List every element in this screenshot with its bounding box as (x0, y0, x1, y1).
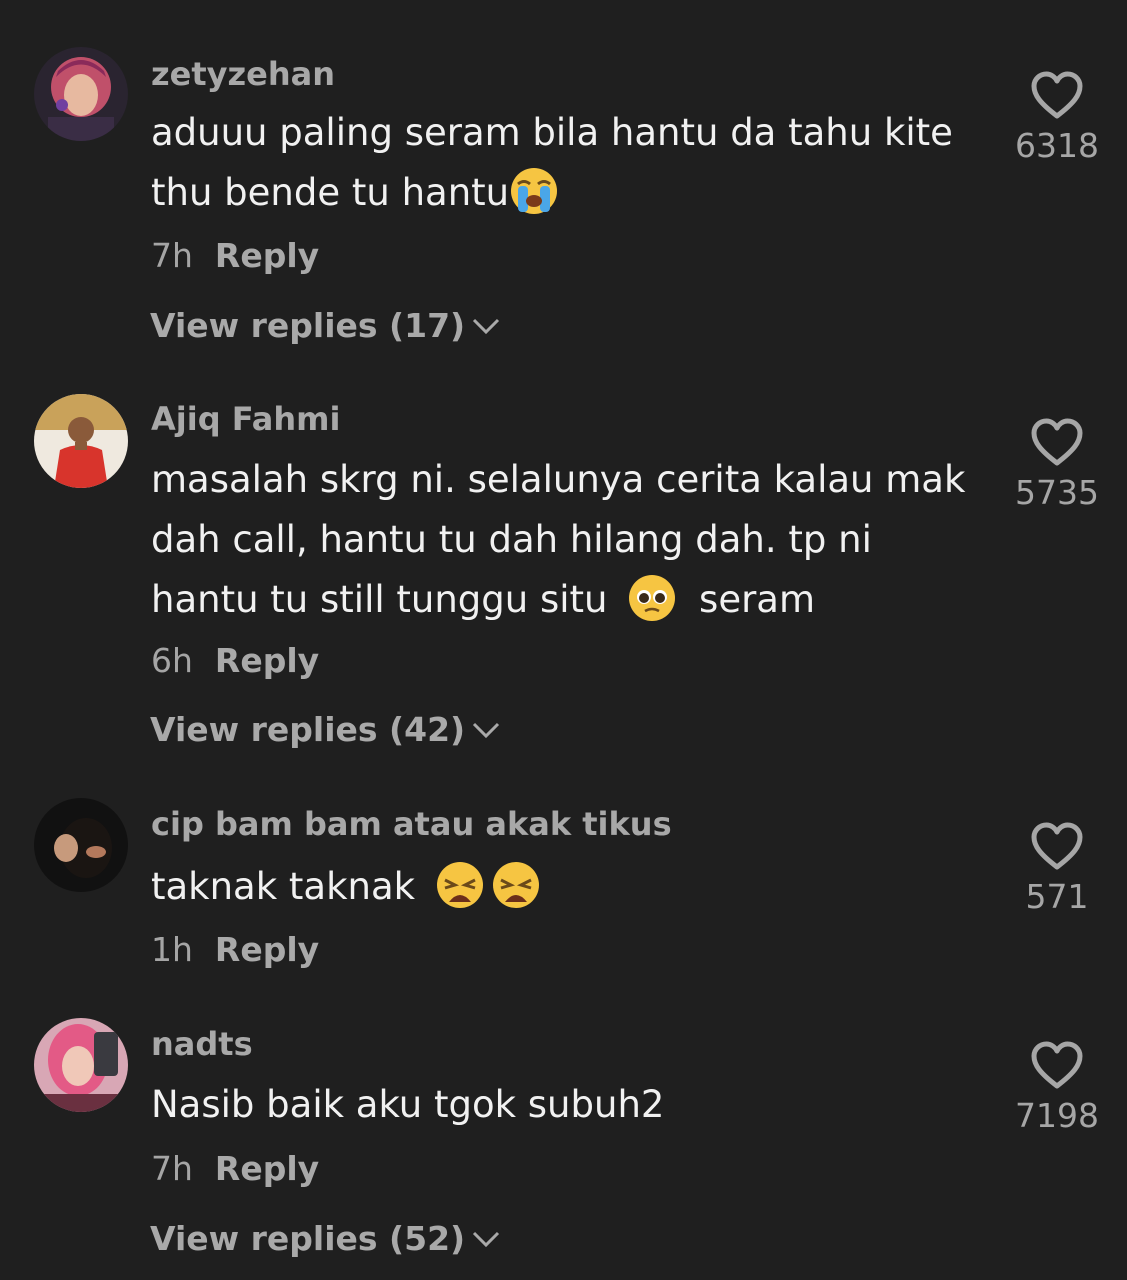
comment-line-text: seram (699, 578, 816, 621)
comment-text: aduuu paling seram bila hantu da tahu ki… (151, 103, 981, 223)
comment-meta: 1h Reply (151, 930, 319, 969)
comment-line-text: thu bende tu hantu (151, 171, 510, 214)
heart-outline-icon[interactable] (1030, 417, 1084, 467)
comments-panel: zetyzehan aduuu paling seram bila hantu … (0, 0, 1127, 1280)
timestamp: 7h (151, 1149, 193, 1188)
chevron-down-icon (473, 318, 500, 334)
comment-line-text: hantu tu still tunggu situ (151, 578, 608, 621)
username[interactable]: cip bam bam atau akak tikus (151, 805, 672, 843)
comment-line-text: taknak taknak (151, 865, 416, 908)
timestamp: 6h (151, 641, 193, 680)
username[interactable]: nadts (151, 1025, 253, 1063)
weary-face-icon (491, 860, 541, 910)
comment-text: masalah skrg ni. selalunya cerita kalau … (151, 450, 981, 630)
comment-meta: 7h Reply (151, 236, 319, 275)
username[interactable]: zetyzehan (151, 55, 335, 93)
username[interactable]: Ajiq Fahmi (151, 400, 340, 438)
view-replies-button[interactable]: View replies (17) (150, 306, 501, 345)
heart-outline-icon[interactable] (1030, 70, 1084, 120)
comment-line: Nasib baik aku tgok subuh2 (151, 1083, 665, 1126)
comment-meta: 6h Reply (151, 641, 319, 680)
view-replies-label: View replies (17) (150, 306, 466, 345)
like-count: 6318 (1015, 126, 1099, 165)
view-replies-button[interactable]: View replies (52) (150, 1219, 501, 1258)
comment-line: masalah skrg ni. selalunya cerita kalau … (151, 458, 966, 501)
chevron-down-icon (473, 722, 500, 738)
view-replies-button[interactable]: View replies (42) (150, 710, 501, 749)
like-count: 571 (1025, 877, 1089, 916)
avatar[interactable] (34, 47, 128, 141)
comment-line: taknak taknak (151, 857, 981, 917)
like-count: 7198 (1015, 1096, 1099, 1135)
reply-button[interactable]: Reply (215, 236, 319, 275)
comment-line: hantu tu still tunggu situ seram (151, 570, 981, 630)
reply-button[interactable]: Reply (215, 641, 319, 680)
heart-outline-icon[interactable] (1030, 1040, 1084, 1090)
comment-line: dah call, hantu tu dah hilang dah. tp ni (151, 518, 872, 561)
like-button[interactable]: 571 (1002, 821, 1112, 916)
comment-line: thu bende tu hantu (151, 163, 981, 223)
weary-face-icon (435, 860, 485, 910)
view-replies-label: View replies (42) (150, 710, 466, 749)
avatar[interactable] (34, 798, 128, 892)
avatar[interactable] (34, 394, 128, 488)
comment-line: aduuu paling seram bila hantu da tahu ki… (151, 111, 953, 154)
chevron-down-icon (473, 1231, 500, 1247)
like-count: 5735 (1015, 473, 1099, 512)
heart-outline-icon[interactable] (1030, 821, 1084, 871)
like-button[interactable]: 5735 (1002, 417, 1112, 512)
like-button[interactable]: 7198 (1002, 1040, 1112, 1135)
avatar[interactable] (34, 1018, 128, 1112)
comment-text: Nasib baik aku tgok subuh2 (151, 1075, 981, 1135)
comment-meta: 7h Reply (151, 1149, 319, 1188)
reply-button[interactable]: Reply (215, 930, 319, 969)
like-button[interactable]: 6318 (1002, 70, 1112, 165)
pleading-face-icon (627, 573, 677, 623)
timestamp: 7h (151, 236, 193, 275)
timestamp: 1h (151, 930, 193, 969)
loudly-crying-face-icon (509, 166, 559, 216)
reply-button[interactable]: Reply (215, 1149, 319, 1188)
view-replies-label: View replies (52) (150, 1219, 466, 1258)
comment-text: taknak taknak (151, 857, 981, 917)
